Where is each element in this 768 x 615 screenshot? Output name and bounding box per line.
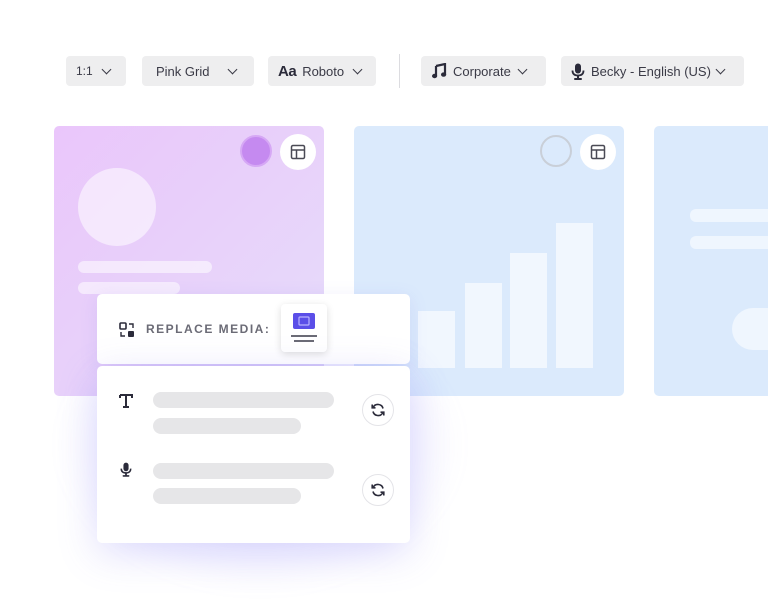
voice-placeholder-line — [153, 488, 301, 504]
font-label: Roboto — [302, 63, 345, 79]
color-swatch[interactable] — [240, 135, 272, 167]
chevron-down-icon — [352, 64, 363, 74]
placeholder-circle — [78, 168, 156, 246]
music-note-icon — [431, 63, 447, 79]
chart-bar — [465, 283, 502, 368]
layout-button[interactable] — [580, 134, 616, 170]
template-label: Pink Grid — [156, 63, 210, 79]
regenerate-text-button[interactable] — [362, 394, 394, 426]
aspect-ratio-dropdown[interactable]: 1:1 — [66, 56, 126, 86]
font-icon: Aa — [278, 62, 297, 80]
microphone-icon — [571, 63, 585, 80]
music-label: Corporate — [453, 63, 511, 79]
color-swatch[interactable] — [540, 135, 572, 167]
chevron-down-icon — [101, 64, 112, 74]
placeholder-line — [78, 282, 180, 294]
music-dropdown[interactable]: Corporate — [421, 56, 546, 86]
layout-icon — [590, 144, 606, 160]
text-placeholder-line — [153, 392, 334, 408]
toolbar-divider — [399, 54, 400, 88]
chevron-down-icon — [228, 64, 238, 74]
text-placeholder-line — [153, 418, 301, 434]
chart-bar — [510, 253, 547, 368]
image-icon — [291, 313, 317, 342]
regenerate-voice-button[interactable] — [362, 474, 394, 506]
text-icon — [119, 394, 133, 408]
placeholder-button — [732, 308, 768, 350]
placeholder-line — [78, 261, 212, 273]
voice-label: Becky - English (US) — [591, 63, 711, 79]
placeholder-line — [690, 209, 768, 222]
aspect-ratio-label: 1:1 — [76, 64, 93, 78]
refresh-icon — [371, 483, 385, 497]
replace-icon — [119, 322, 135, 338]
chevron-down-icon — [517, 64, 528, 74]
chevron-down-icon — [715, 64, 726, 74]
microphone-icon — [120, 462, 132, 477]
placeholder-line — [690, 236, 768, 249]
media-thumbnail[interactable] — [281, 304, 327, 352]
replace-media-label: REPLACE MEDIA: — [146, 322, 271, 336]
template-dropdown[interactable]: Pink Grid — [142, 56, 254, 86]
refresh-icon — [371, 403, 385, 417]
layout-icon — [290, 144, 306, 160]
scene-card-text[interactable] — [654, 126, 768, 396]
layout-button[interactable] — [280, 134, 316, 170]
chart-bar — [556, 223, 593, 368]
font-dropdown[interactable]: Aa Roboto — [268, 56, 376, 86]
replace-media-panel: REPLACE MEDIA: — [97, 294, 410, 364]
voice-dropdown[interactable]: Becky - English (US) — [561, 56, 744, 86]
scene-edit-panel — [97, 366, 410, 543]
voice-placeholder-line — [153, 463, 334, 479]
